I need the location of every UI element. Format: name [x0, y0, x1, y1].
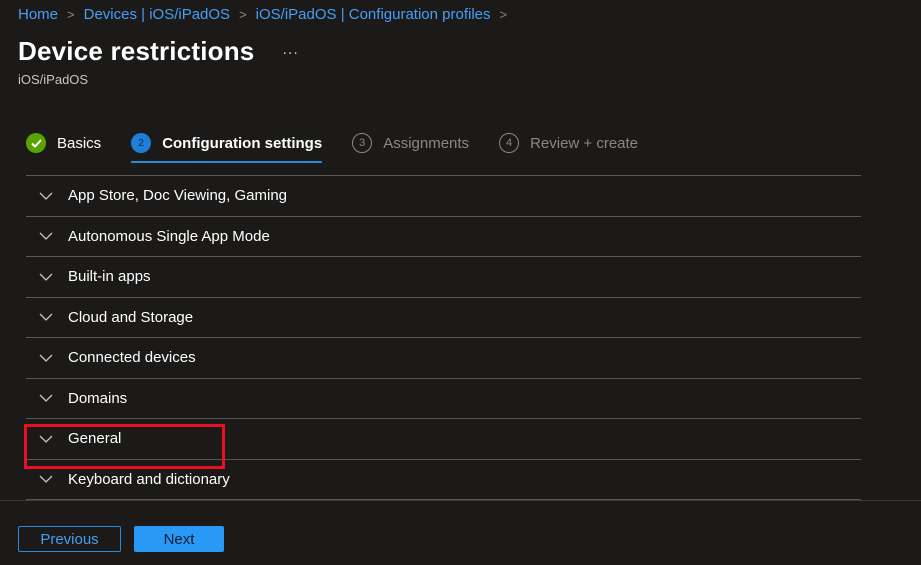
chevron-down-icon: [39, 189, 53, 203]
section-label: Domains: [68, 389, 128, 407]
step-configuration-settings[interactable]: 2 Configuration settings: [131, 130, 323, 163]
step-number-badge: 4: [499, 133, 520, 153]
title-row: Device restrictions ...: [18, 36, 299, 67]
chevron-down-icon: [39, 472, 53, 486]
section-domains[interactable]: Domains: [26, 379, 861, 419]
section-connected-devices[interactable]: Connected devices: [26, 338, 861, 379]
wizard-footer: Previous Next: [0, 500, 921, 565]
step-number-badge: 3: [352, 133, 373, 153]
step-number-badge: 2: [131, 133, 152, 153]
chevron-down-icon: [39, 432, 53, 446]
more-options-icon[interactable]: ...: [282, 41, 298, 59]
section-label: App Store, Doc Viewing, Gaming: [68, 187, 288, 205]
section-label: General: [68, 430, 122, 448]
section-label: Built-in apps: [68, 268, 151, 286]
breadcrumb-devices-ios[interactable]: Devices | iOS/iPadOS: [84, 6, 230, 23]
settings-sections-list: App Store, Doc Viewing, Gaming Autonomou…: [26, 175, 861, 500]
chevron-right-icon: >: [67, 7, 75, 22]
section-label: Connected devices: [68, 349, 196, 367]
checkmark-icon: [26, 133, 46, 153]
chevron-right-icon: >: [499, 7, 508, 22]
step-label: Review + create: [530, 134, 639, 152]
breadcrumb: Home > Devices | iOS/iPadOS > iOS/iPadOS…: [18, 6, 516, 23]
section-built-in-apps[interactable]: Built-in apps: [26, 257, 861, 298]
chevron-down-icon: [39, 391, 53, 405]
previous-button[interactable]: Previous: [18, 526, 121, 552]
section-label: Cloud and Storage: [68, 308, 194, 326]
breadcrumb-home[interactable]: Home: [18, 6, 58, 23]
chevron-down-icon: [39, 270, 53, 284]
step-label: Basics: [57, 134, 102, 152]
section-keyboard-and-dictionary[interactable]: Keyboard and dictionary: [26, 460, 861, 500]
section-general[interactable]: General: [26, 419, 861, 460]
section-cloud-and-storage[interactable]: Cloud and Storage: [26, 298, 861, 338]
section-autonomous-single-app-mode[interactable]: Autonomous Single App Mode: [26, 217, 861, 257]
breadcrumb-configuration-profiles[interactable]: iOS/iPadOS | Configuration profiles: [256, 6, 491, 23]
chevron-down-icon: [39, 310, 53, 324]
section-label: Autonomous Single App Mode: [68, 227, 270, 245]
page-subtitle: iOS/iPadOS: [18, 72, 89, 87]
chevron-right-icon: >: [239, 7, 247, 22]
wizard-steps: Basics 2 Configuration settings 3 Assign…: [26, 130, 668, 163]
step-review-create[interactable]: 4 Review + create: [499, 130, 638, 156]
next-button[interactable]: Next: [134, 526, 224, 552]
step-basics[interactable]: Basics: [26, 130, 101, 156]
chevron-down-icon: [39, 351, 53, 365]
section-label: Keyboard and dictionary: [68, 470, 230, 488]
step-assignments[interactable]: 3 Assignments: [352, 130, 469, 156]
step-label: Configuration settings: [162, 134, 323, 152]
chevron-down-icon: [39, 229, 53, 243]
page-title: Device restrictions: [18, 36, 255, 66]
section-app-store[interactable]: App Store, Doc Viewing, Gaming: [26, 176, 861, 217]
step-label: Assignments: [383, 134, 470, 152]
